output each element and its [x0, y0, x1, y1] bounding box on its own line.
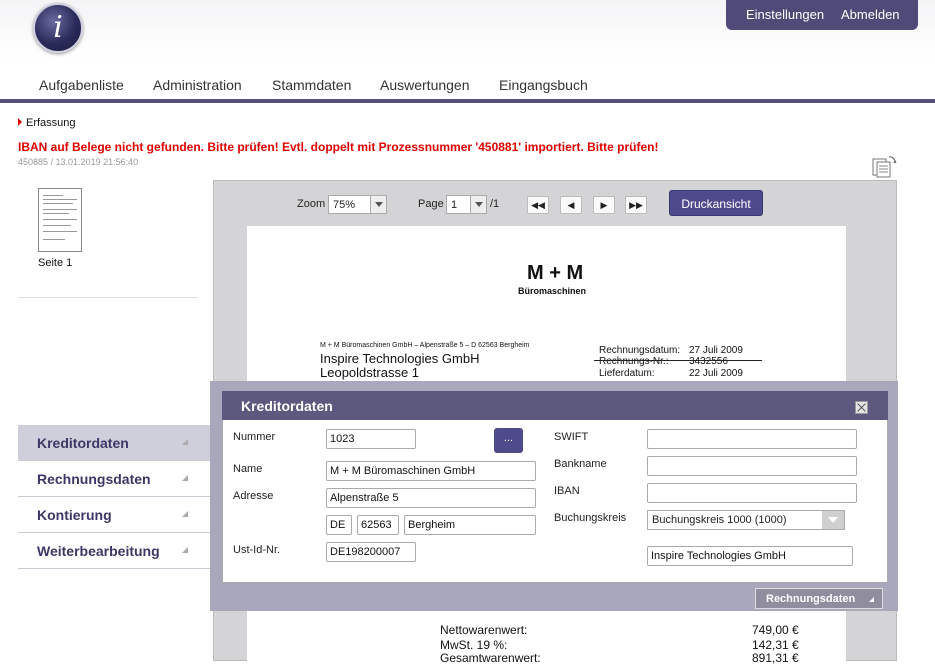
side-divider	[18, 297, 198, 298]
dialog-title: Kreditordaten	[241, 398, 333, 414]
page-value: 1	[451, 199, 458, 211]
breadcrumb-arrow-icon	[18, 118, 22, 126]
sidebar-item-label: Kontierung	[37, 507, 112, 523]
iban-label: IBAN	[554, 485, 580, 497]
invoice-meta-label: Rechnungsdatum:	[599, 345, 681, 356]
invoice-street: Leopoldstrasse 1	[320, 365, 420, 380]
invoice-meta-label: Lieferdatum:	[599, 368, 655, 379]
sidebar-item-kontierung[interactable]: Kontierung	[18, 497, 212, 533]
print-view-button[interactable]: Druckansicht	[669, 190, 763, 216]
nummer-label: Nummer	[233, 431, 276, 443]
lookup-button[interactable]: ...	[494, 428, 523, 453]
country-input[interactable]: DE	[326, 515, 352, 535]
app-logo[interactable]: i	[33, 3, 83, 53]
user-menu-box: Einstellungen Abmelden	[726, 0, 918, 30]
page-label: Page	[418, 198, 444, 210]
nav-stammdaten[interactable]: Stammdaten	[272, 77, 351, 93]
company-input[interactable]: Inspire Technologies GmbH	[647, 546, 853, 566]
invoice-meta-value: 27 Juli 2009	[689, 345, 743, 356]
nummer-input[interactable]: 1023	[326, 429, 416, 449]
next-page-button[interactable]: ▶	[593, 196, 615, 214]
strike-through-line	[594, 360, 762, 361]
swift-input[interactable]	[647, 429, 857, 449]
nav-administration[interactable]: Administration	[153, 77, 242, 93]
first-page-button[interactable]: ◀◀	[527, 196, 549, 214]
next-button-label: Rechnungsdaten	[766, 593, 856, 605]
sidebar-item-label: Weiterbearbeitung	[37, 543, 160, 559]
zoom-value: 75%	[333, 199, 356, 211]
invoice-meta-label: Rechnungs-Nr.:	[599, 356, 669, 367]
logo-glyph: i	[53, 10, 63, 45]
buchungskreis-label: Buchungskreis	[554, 512, 627, 524]
city-input[interactable]: Bergheim	[404, 515, 536, 535]
expand-arrow-icon	[182, 511, 188, 517]
invoice-sender-line: M + M Büromaschinen GmbH – Alpenstraße 5…	[320, 342, 530, 349]
chevron-down-icon	[470, 196, 486, 213]
iban-input[interactable]	[647, 483, 857, 503]
ustid-label: Ust-Id-Nr.	[233, 544, 281, 556]
expand-arrow-icon	[869, 597, 874, 602]
chevron-down-icon	[370, 196, 386, 213]
total-value: 749,00 €	[752, 623, 799, 637]
settings-link[interactable]: Einstellungen	[746, 7, 824, 22]
error-message: IBAN auf Belege nicht gefunden. Bitte pr…	[18, 140, 659, 154]
name-input[interactable]: M + M Büromaschinen GmbH	[326, 461, 536, 481]
total-value: 891,31 €	[752, 651, 799, 665]
invoice-company: M + M	[527, 262, 584, 284]
buchungskreis-select[interactable]: Buchungskreis 1000 (1000)	[647, 510, 845, 530]
process-info: 450885 / 13.01.2019 21:56:40	[18, 157, 139, 167]
document-switch-icon[interactable]	[872, 154, 898, 178]
adresse-label: Adresse	[233, 490, 274, 502]
total-value: 142,31 €	[752, 638, 799, 652]
total-label: Nettowarenwert:	[440, 623, 528, 637]
thumbnail-label: Seite 1	[38, 257, 73, 269]
total-label: MwSt. 19 %:	[440, 638, 508, 652]
nav-aufgabenliste[interactable]: Aufgabenliste	[39, 77, 124, 93]
last-page-button[interactable]: ▶▶	[625, 196, 647, 214]
sidebar-item-weiterbearbeitung[interactable]: Weiterbearbeitung	[18, 533, 212, 569]
swift-label: SWIFT	[554, 431, 589, 443]
street-input[interactable]: Alpenstraße 5	[326, 488, 536, 508]
breadcrumb-label: Erfassung	[26, 117, 76, 129]
expand-arrow-icon	[182, 439, 188, 445]
page-total: /1	[490, 198, 500, 210]
total-label: Gesamtwarenwert:	[440, 651, 541, 665]
sidebar-item-kreditordaten[interactable]: Kreditordaten	[18, 425, 212, 461]
chevron-down-icon	[822, 511, 844, 529]
ustid-input[interactable]: DE198200007	[326, 542, 416, 562]
sidebar-item-rechnungsdaten[interactable]: Rechnungsdaten	[18, 461, 212, 497]
buchungskreis-value: Buchungskreis 1000 (1000)	[652, 514, 787, 526]
close-icon[interactable]	[855, 401, 868, 414]
invoice-meta-value: 3432556	[689, 356, 728, 367]
zoom-label: Zoom	[297, 198, 326, 210]
next-rechnungsdaten-button[interactable]: Rechnungsdaten	[755, 588, 883, 609]
zip-input[interactable]: 62563	[357, 515, 399, 535]
sidebar-item-label: Kreditordaten	[37, 435, 129, 451]
nav-eingangsbuch[interactable]: Eingangsbuch	[499, 77, 588, 93]
invoice-recipient: Inspire Technologies GmbH	[320, 351, 480, 366]
page-thumbnail[interactable]	[38, 188, 82, 252]
invoice-meta-value: 22 Juli 2009	[689, 368, 743, 379]
expand-arrow-icon	[182, 475, 188, 481]
nav-divider	[0, 99, 935, 103]
bankname-input[interactable]	[647, 456, 857, 476]
nav-auswertungen[interactable]: Auswertungen	[380, 77, 470, 93]
expand-arrow-icon	[182, 547, 188, 553]
zoom-select[interactable]: 75%	[328, 195, 387, 214]
prev-page-button[interactable]: ◀	[560, 196, 582, 214]
logout-link[interactable]: Abmelden	[841, 7, 900, 22]
sidebar-item-label: Rechnungsdaten	[37, 471, 151, 487]
breadcrumb: Erfassung	[18, 117, 76, 129]
page-select[interactable]: 1	[446, 195, 487, 214]
name-label: Name	[233, 463, 263, 475]
bankname-label: Bankname	[554, 458, 607, 470]
invoice-company-sub: Büromaschinen	[518, 286, 587, 296]
